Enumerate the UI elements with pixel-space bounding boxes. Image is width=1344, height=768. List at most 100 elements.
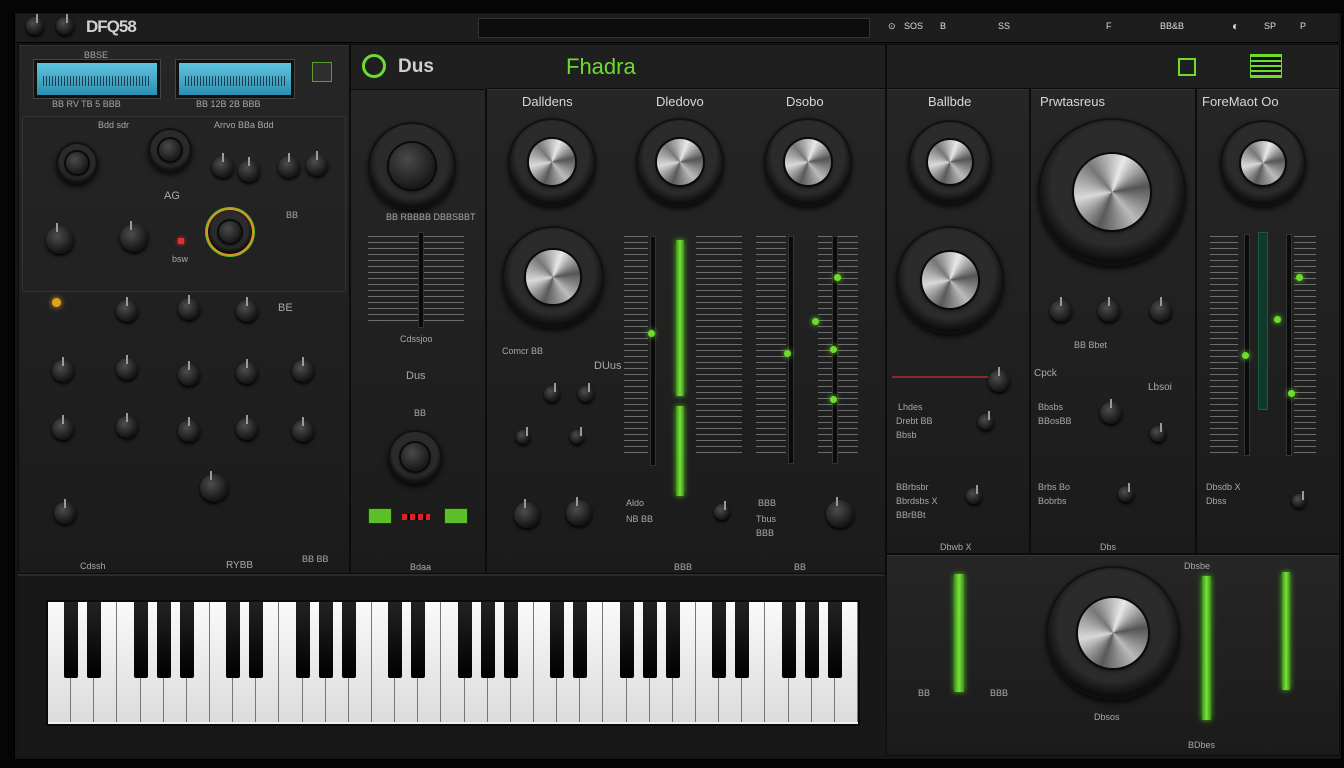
black-key[interactable] [179,602,194,678]
s2-fader-1[interactable] [1244,234,1250,456]
knob-s2-1[interactable] [908,120,992,204]
black-key[interactable] [503,602,518,678]
knob-s2-s2[interactable] [1098,297,1120,322]
knob-r6[interactable] [178,361,200,386]
black-key[interactable] [318,602,333,678]
black-key[interactable] [64,602,79,678]
black-key[interactable] [619,602,634,678]
knob-s1-4[interactable] [502,226,604,328]
power-icon[interactable] [312,62,332,82]
black-key[interactable] [226,602,241,678]
black-key[interactable] [457,602,472,678]
knob-l8[interactable] [120,221,148,252]
knob-r11[interactable] [178,417,200,442]
knob-s1-s1[interactable] [544,383,560,402]
knob-l4[interactable] [238,157,260,182]
knob-s2-s3[interactable] [1150,297,1172,322]
green-button-left[interactable] [368,508,392,524]
knob-s1-s4[interactable] [570,427,584,444]
knob-s1-1[interactable] [508,118,596,206]
knob-s2-s1[interactable] [1050,297,1072,322]
square-button-icon[interactable] [1178,58,1196,76]
black-key[interactable] [781,602,796,678]
knob-r2[interactable] [178,295,200,320]
toolbar-btn-7[interactable]: SP [1264,21,1276,31]
knob-r4[interactable] [52,357,74,382]
black-key[interactable] [341,602,356,678]
knob-s2-3[interactable] [1220,120,1306,206]
black-key[interactable] [87,602,102,678]
knob-r15[interactable] [54,499,76,524]
toolbar-btn-2[interactable]: B [940,21,946,31]
section1-header-1: Dledovo [656,94,704,109]
toolbar-btn-4[interactable]: F [1106,21,1112,31]
knob-s1-s2[interactable] [578,383,594,402]
knob-s2-big[interactable] [1038,118,1186,266]
knob-s1-s7[interactable] [714,501,730,520]
knob-l7[interactable] [46,223,74,254]
knob-s1-2[interactable] [636,118,724,206]
knob-r3[interactable] [236,297,258,322]
s1-fader-1[interactable] [650,236,656,466]
knob-r5[interactable] [116,355,138,380]
knob-r7[interactable] [236,359,258,384]
toolbar-btn-8[interactable]: P [1300,21,1306,31]
knob-l5[interactable] [278,153,300,178]
knob-r14[interactable] [200,471,228,502]
knob-l3[interactable] [212,153,234,178]
s2-label-14: Dbss [1206,496,1227,506]
black-key[interactable] [642,602,657,678]
knob-s2-s4[interactable] [988,367,1010,392]
knob-r13[interactable] [292,417,314,442]
knob-c2-lower[interactable] [388,430,442,484]
knob-l2[interactable] [148,128,192,172]
knob-r1[interactable] [116,297,138,322]
black-key[interactable] [573,602,588,678]
toolbar-btn-6[interactable]: ◐ [1232,19,1239,33]
black-key[interactable] [712,602,727,678]
black-key[interactable] [388,602,403,678]
black-key[interactable] [133,602,148,678]
knob-s1-3[interactable] [764,118,852,206]
knob-r9[interactable] [52,415,74,440]
knob-c2-main[interactable] [368,122,456,210]
black-key[interactable] [804,602,819,678]
black-key[interactable] [665,602,680,678]
toolbar-btn-0[interactable]: ⊙ [888,21,896,32]
knob-l9[interactable] [208,210,252,254]
knob-s2-s6[interactable] [978,411,994,430]
toolbar-btn-3[interactable]: SS [998,21,1010,31]
col2-fader[interactable] [418,232,424,328]
knob-l1[interactable] [56,142,98,184]
black-key[interactable] [295,602,310,678]
s2-fader-2[interactable] [1286,234,1292,456]
toolbar-btn-1[interactable]: SOS [904,21,923,31]
black-key[interactable] [827,602,842,678]
knob-s1-s5[interactable] [514,499,540,528]
menu-knob-icon[interactable] [56,14,74,35]
green-button-right[interactable] [444,508,468,524]
knob-s2-s9[interactable] [966,485,982,504]
knob-s2-2[interactable] [896,226,1004,334]
knob-s2-s8[interactable] [1118,483,1134,502]
black-key[interactable] [735,602,750,678]
knob-s1-s6[interactable] [566,497,592,526]
knob-r8[interactable] [292,357,314,382]
black-key[interactable] [550,602,565,678]
power-knob-icon[interactable] [26,14,44,35]
knob-s2-s7[interactable] [1150,423,1166,442]
knob-s1-s8[interactable] [826,497,854,528]
knob-r12[interactable] [236,415,258,440]
knob-l6[interactable] [306,151,328,176]
black-key[interactable] [411,602,426,678]
knob-s2-s10[interactable] [1292,491,1306,508]
knob-br-main[interactable] [1046,566,1180,700]
knob-s2-s5[interactable] [1100,399,1122,424]
piano-keyboard[interactable] [46,600,860,726]
knob-s1-s3[interactable] [516,427,530,444]
black-key[interactable] [156,602,171,678]
toolbar-btn-5[interactable]: BB&B [1160,21,1184,31]
knob-r10[interactable] [116,413,138,438]
black-key[interactable] [480,602,495,678]
black-key[interactable] [249,602,264,678]
